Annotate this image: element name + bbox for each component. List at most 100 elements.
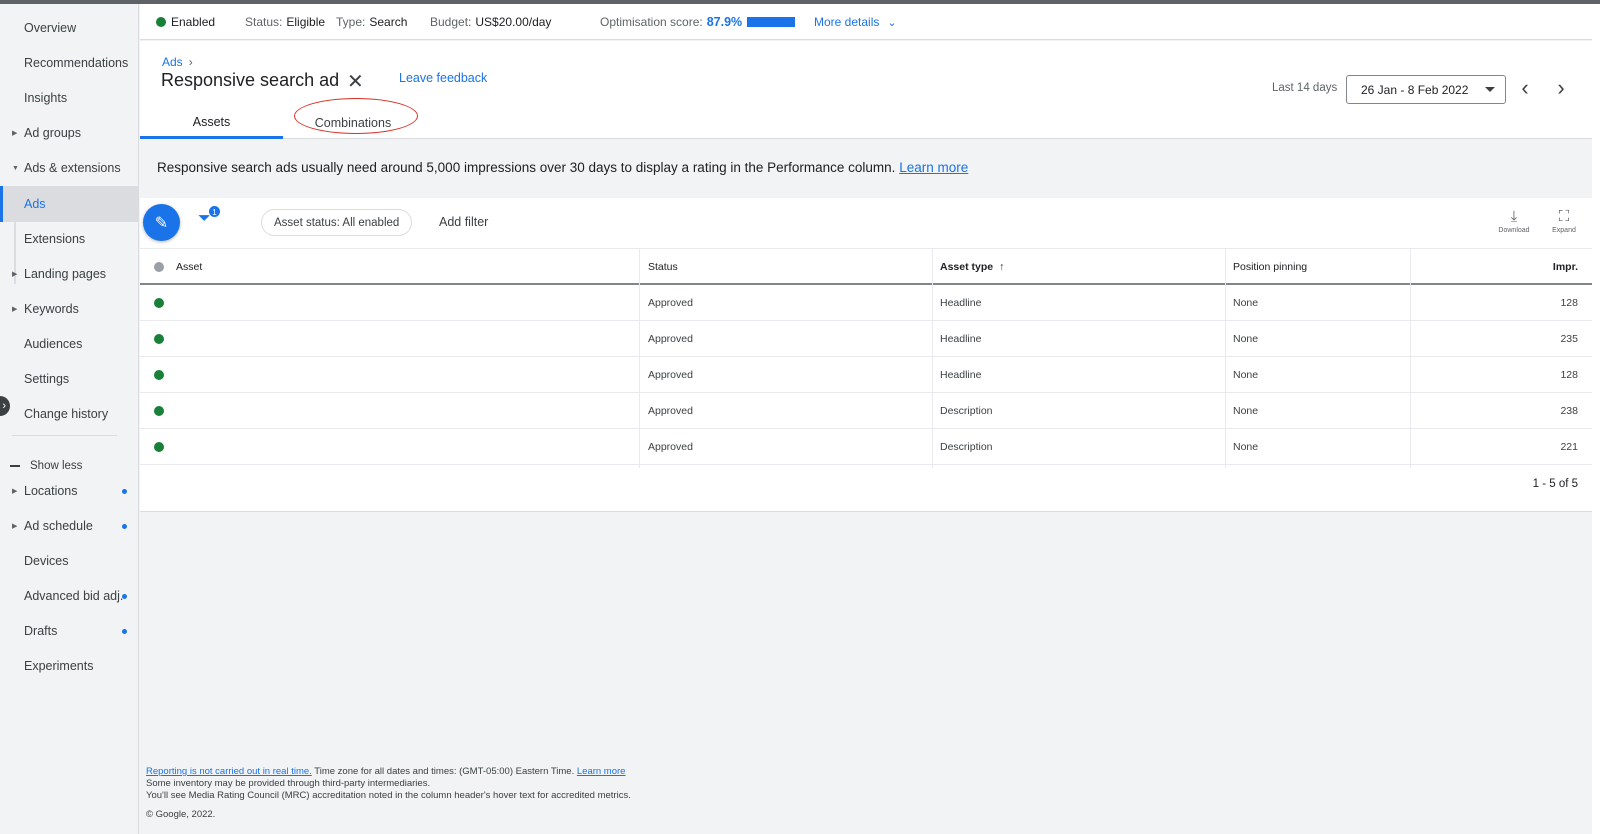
chevron-right-icon: › [1557, 75, 1565, 100]
date-range-picker[interactable]: 26 Jan - 8 Feb 2022 [1346, 75, 1506, 104]
optimisation-label: Optimisation score: [600, 15, 703, 29]
optimisation-score[interactable]: Optimisation score: 87.9% [600, 4, 796, 40]
sidebar-item-overview[interactable]: Overview [0, 10, 139, 46]
more-details-button[interactable]: More details ⌄ [814, 4, 897, 40]
optimisation-value: 87.9% [706, 15, 743, 29]
cell-impr: 238 [1560, 404, 1578, 417]
notification-dot [122, 593, 127, 599]
learn-more-link[interactable]: Learn more [899, 160, 968, 175]
edit-button[interactable]: ✎ [143, 204, 180, 241]
column-header-impr[interactable]: Impr. [1410, 249, 1592, 284]
sidebar-item-advanced-bid-adj[interactable]: Advanced bid adj. [0, 578, 139, 614]
tab-label: Assets [192, 114, 231, 129]
sidebar-item-insights[interactable]: Insights [0, 80, 139, 116]
previous-period-button[interactable]: ‹ [1513, 75, 1537, 101]
cell-asset-type: Headline [940, 368, 982, 381]
cell-position-pinning: None [1233, 332, 1259, 345]
not-realtime-link[interactable]: Reporting is not carried out in real tim… [146, 766, 312, 777]
header-label: Status [648, 260, 678, 273]
pencil-icon: ✎ [154, 214, 169, 232]
sidebar-item-label: Locations [24, 484, 78, 498]
cell-impr: 128 [1560, 368, 1578, 381]
sidebar-item-label: Experiments [24, 659, 94, 673]
sidebar-item-label: Extensions [24, 232, 86, 246]
download-button[interactable]: ⤓ Download [1496, 208, 1532, 234]
table-row[interactable]: Approved Headline None 235 [140, 321, 1592, 357]
expand-arrow-icon: ▶ [12, 306, 18, 313]
sidebar-item-ads[interactable]: Ads [0, 186, 139, 222]
sidebar-item-keywords[interactable]: ▶ Keywords [0, 291, 139, 327]
close-icon[interactable]: ✕ [347, 69, 364, 94]
cell-asset-type: Description [940, 404, 993, 417]
sidebar-item-landing-pages[interactable]: ▶ Landing pages [0, 256, 139, 292]
column-header-position-pinning[interactable]: Position pinning [1225, 249, 1410, 284]
sidebar-item-extensions[interactable]: Extensions [0, 221, 139, 257]
sidebar-item-locations[interactable]: ▶ Locations [0, 473, 139, 509]
expand-button[interactable]: ⛶ Expand [1546, 208, 1582, 234]
tab-assets[interactable]: Assets [140, 107, 283, 139]
copyright: © Google, 2022. [146, 809, 216, 820]
footer-line-3: You'll see Media Rating Council (MRC) ac… [146, 790, 631, 801]
sidebar-divider [12, 435, 117, 436]
performance-info-message: Responsive search ads usually need aroun… [157, 160, 968, 175]
sidebar-item-label: Change history [24, 407, 109, 421]
table-row[interactable]: Approved Headline None 128 [140, 285, 1592, 321]
pagination-summary: 1 - 5 of 5 [1532, 478, 1578, 490]
footer-learn-more-link[interactable]: Learn more [577, 766, 626, 777]
sidebar-item-ad-groups[interactable]: ▶ Ad groups [0, 115, 139, 151]
enabled-dot-icon [154, 334, 164, 344]
sidebar-item-experiments[interactable]: Experiments [0, 648, 139, 684]
header-label: Asset [176, 260, 203, 273]
sidebar-item-label: Overview [24, 21, 77, 35]
chevron-right-icon: › [2, 400, 6, 412]
header-label: Impr. [1552, 260, 1578, 273]
chevron-left-icon: ‹ [1521, 75, 1529, 100]
table-row[interactable]: Approved Headline None 128 [140, 357, 1592, 393]
sidebar-item-label: Settings [24, 372, 70, 386]
notification-dot [122, 628, 127, 634]
campaign-type: Type: Search [336, 4, 407, 40]
sidebar-item-label: Ads & extensions [24, 161, 121, 175]
column-header-asset-type[interactable]: Asset type ↑ [932, 249, 1225, 284]
breadcrumb-link-ads[interactable]: Ads [162, 55, 183, 69]
dropdown-caret-icon [1485, 87, 1495, 92]
column-header-status[interactable]: Status [640, 249, 932, 284]
sidebar-item-label: Advanced bid adj. [24, 589, 124, 603]
sidebar-item-devices[interactable]: Devices [0, 543, 139, 579]
header-label: Asset type [940, 260, 994, 273]
sidebar-item-recommendations[interactable]: Recommendations [0, 45, 139, 81]
campaign-status-bar: Enabled Status: Eligible Type: Search Budg… [140, 4, 1592, 40]
table-header: Asset Status Asset type ↑ Position pinnin… [140, 248, 1592, 285]
asset-status-filter-chip[interactable]: Asset status: All enabled [261, 209, 413, 236]
expand-arrow-icon: ▶ [12, 130, 18, 137]
add-filter-button[interactable]: Add filter [439, 215, 488, 229]
more-details-label: More details [814, 15, 880, 29]
enabled-dot-icon [154, 442, 164, 452]
sidebar-item-ads-extensions[interactable]: ▼ Ads & extensions [0, 150, 139, 186]
eligibility-status: Status: Eligible [245, 4, 325, 40]
table-row[interactable]: Approved Description None 221 [140, 429, 1592, 465]
expand-arrow-icon: ▶ [12, 523, 18, 530]
column-header-asset[interactable]: Asset [146, 249, 630, 284]
sidebar-item-audiences[interactable]: Audiences [0, 326, 139, 362]
table-row[interactable]: Approved Description None 238 [140, 393, 1592, 429]
cell-position-pinning: None [1233, 296, 1259, 309]
enabled-label: Enabled [171, 15, 216, 29]
enabled-status[interactable]: Enabled [156, 4, 215, 40]
cell-asset-type: Headline [940, 296, 982, 309]
show-less-toggle[interactable]: Show less [10, 460, 82, 472]
expand-icon: ⛶ [1558, 208, 1570, 225]
sidebar-item-change-history[interactable]: Change history [0, 396, 139, 432]
sidebar-item-settings[interactable]: Settings [0, 361, 139, 397]
cell-impr: 221 [1560, 440, 1578, 453]
sidebar-item-drafts[interactable]: Drafts [0, 613, 139, 649]
chip-label: Asset status: All enabled [274, 216, 400, 229]
next-period-button[interactable]: › [1549, 75, 1573, 101]
cell-status: Approved [648, 368, 693, 381]
download-label: Download [1498, 227, 1530, 234]
leave-feedback-link[interactable]: Leave feedback [399, 71, 487, 85]
cell-status: Approved [648, 440, 693, 453]
sidebar-item-ad-schedule[interactable]: ▶ Ad schedule [0, 508, 139, 544]
sidebar-item-label: Recommendations [24, 56, 129, 70]
optimisation-bar [747, 17, 796, 27]
